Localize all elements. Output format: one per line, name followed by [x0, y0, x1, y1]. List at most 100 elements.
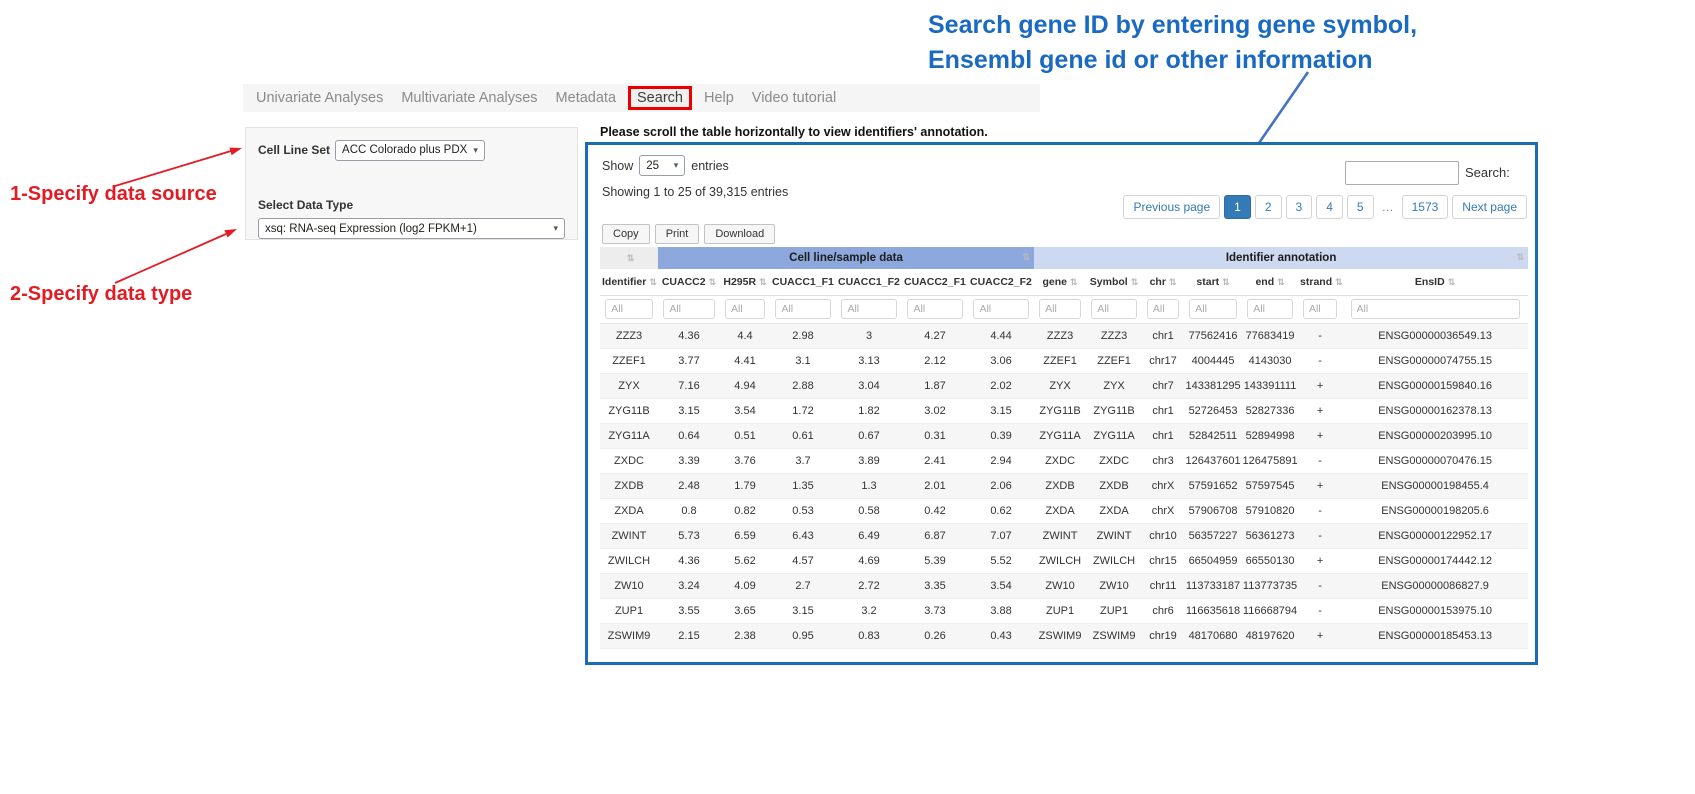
cell: 0.61 — [770, 423, 836, 448]
cell: ZXDC — [600, 448, 658, 473]
cell: 3.54 — [968, 573, 1034, 598]
filter-input-identifier[interactable] — [605, 299, 653, 319]
sort-icon: ⇅ — [649, 277, 657, 287]
column-header-cuacc2-f2[interactable]: CUACC2_F2⇅ — [968, 269, 1034, 295]
cell: ZZZ3 — [1034, 323, 1086, 348]
cell: ENSG00000070476.15 — [1342, 448, 1528, 473]
column-header-start[interactable]: start⇅ — [1184, 269, 1242, 295]
sort-icon: ⇅ — [1335, 277, 1342, 287]
column-header-symbol[interactable]: Symbol⇅ — [1086, 269, 1142, 295]
page-button-1[interactable]: 1 — [1224, 195, 1251, 219]
column-header-identifier[interactable]: Identifier⇅ — [600, 269, 658, 295]
column-header-end[interactable]: end⇅ — [1242, 269, 1298, 295]
sort-icon: ⇅ — [759, 277, 767, 287]
cell: 4.69 — [836, 548, 902, 573]
next-page-button[interactable]: Next page — [1452, 195, 1527, 219]
cell: ZXDB — [600, 473, 658, 498]
table-row[interactable]: ZW103.244.092.72.723.353.54ZW10ZW10chr11… — [600, 573, 1528, 598]
filter-input-gene[interactable] — [1039, 299, 1081, 319]
cell: ZXDA — [1086, 498, 1142, 523]
table-row[interactable]: ZZEF13.774.413.13.132.123.06ZZEF1ZZEF1ch… — [600, 348, 1528, 373]
pagination: Previous page12345…1573Next page — [1119, 195, 1527, 219]
nav-item-univariate-analyses[interactable]: Univariate Analyses — [247, 86, 392, 110]
cell: + — [1298, 473, 1342, 498]
table-row[interactable]: ZZZ34.364.42.9834.274.44ZZZ3ZZZ3chr17756… — [600, 323, 1528, 348]
table-row[interactable]: ZXDA0.80.820.530.580.420.62ZXDAZXDAchrX5… — [600, 498, 1528, 523]
cell: 4.36 — [658, 323, 720, 348]
filter-input-cuacc2[interactable] — [663, 299, 714, 319]
page-button-5[interactable]: 5 — [1347, 195, 1374, 219]
cell: ZZEF1 — [1034, 348, 1086, 373]
filter-input-cuacc1-f2[interactable] — [841, 299, 896, 319]
column-header-strand[interactable]: strand⇅ — [1298, 269, 1342, 295]
data-type-select[interactable]: xsq: RNA-seq Expression (log2 FPKM+1) ▾ — [258, 218, 565, 239]
nav-item-metadata[interactable]: Metadata — [547, 86, 625, 110]
cell: 0.43 — [968, 623, 1034, 648]
table-row[interactable]: ZWINT5.736.596.436.496.877.07ZWINTZWINTc… — [600, 523, 1528, 548]
page-button-4[interactable]: 4 — [1316, 195, 1343, 219]
column-header-cuacc2[interactable]: CUACC2⇅ — [658, 269, 720, 295]
cell: ZYG11B — [600, 398, 658, 423]
table-row[interactable]: ZUP13.553.653.153.23.733.88ZUP1ZUP1chr61… — [600, 598, 1528, 623]
cell: 48170680 — [1184, 623, 1242, 648]
cell: chr3 — [1142, 448, 1184, 473]
filter-input-strand[interactable] — [1303, 299, 1337, 319]
search-input[interactable] — [1345, 161, 1459, 185]
column-label: gene — [1043, 276, 1068, 288]
cell: 0.26 — [902, 623, 968, 648]
nav-item-video-tutorial[interactable]: Video tutorial — [743, 86, 845, 110]
group-header-cell-line-sample-data[interactable]: Cell line/sample data⇅ — [658, 247, 1034, 269]
filter-cell — [1184, 295, 1242, 323]
page-length-select[interactable]: 25 ▾ — [639, 155, 685, 176]
filter-input-cuacc2-f1[interactable] — [907, 299, 962, 319]
column-header-chr[interactable]: chr⇅ — [1142, 269, 1184, 295]
filter-input-cuacc2-f2[interactable] — [973, 299, 1028, 319]
cell: - — [1298, 323, 1342, 348]
table-row[interactable]: ZYG11B3.153.541.721.823.023.15ZYG11BZYG1… — [600, 398, 1528, 423]
cell: 0.39 — [968, 423, 1034, 448]
column-header-ensid[interactable]: EnsID⇅ — [1342, 269, 1528, 295]
cell: 3.77 — [658, 348, 720, 373]
filter-input-ensid[interactable] — [1351, 299, 1520, 319]
filter-input-chr[interactable] — [1147, 299, 1179, 319]
page-button-2[interactable]: 2 — [1255, 195, 1282, 219]
page-button-1573[interactable]: 1573 — [1402, 195, 1449, 219]
chevron-down-icon: ▾ — [674, 160, 679, 171]
column-header-cuacc1-f1[interactable]: CUACC1_F1⇅ — [770, 269, 836, 295]
group-header-blank[interactable]: ⇅ — [600, 247, 658, 269]
filter-input-cuacc1-f1[interactable] — [775, 299, 830, 319]
filter-input-end[interactable] — [1247, 299, 1293, 319]
table-row[interactable]: ZXDC3.393.763.73.892.412.94ZXDCZXDCchr31… — [600, 448, 1528, 473]
cell: 113773735 — [1242, 573, 1298, 598]
filter-input-h295r[interactable] — [725, 299, 765, 319]
table-row[interactable]: ZYX7.164.942.883.041.872.02ZYXZYXchr7143… — [600, 373, 1528, 398]
previous-page-button[interactable]: Previous page — [1123, 195, 1220, 219]
group-header-identifier-annotation[interactable]: Identifier annotation⇅ — [1034, 247, 1528, 269]
cell: 2.41 — [902, 448, 968, 473]
cell: ENSG00000159840.16 — [1342, 373, 1528, 398]
nav-item-multivariate-analyses[interactable]: Multivariate Analyses — [392, 86, 546, 110]
column-header-cuacc2-f1[interactable]: CUACC2_F1⇅ — [902, 269, 968, 295]
page-button-3[interactable]: 3 — [1286, 195, 1313, 219]
download-button[interactable]: Download — [704, 224, 775, 244]
print-button[interactable]: Print — [655, 224, 700, 244]
nav-item-search[interactable]: Search — [628, 86, 692, 110]
table-row[interactable]: ZSWIM92.152.380.950.830.260.43ZSWIM9ZSWI… — [600, 623, 1528, 648]
cell: ZSWIM9 — [1086, 623, 1142, 648]
cell: 5.73 — [658, 523, 720, 548]
column-header-gene[interactable]: gene⇅ — [1034, 269, 1086, 295]
cell: 3.65 — [720, 598, 770, 623]
column-header-h295r[interactable]: H295R⇅ — [720, 269, 770, 295]
sort-icon: ⇅ — [1131, 277, 1139, 287]
column-header-cuacc1-f2[interactable]: CUACC1_F2⇅ — [836, 269, 902, 295]
table-row[interactable]: ZYG11A0.640.510.610.670.310.39ZYG11AZYG1… — [600, 423, 1528, 448]
filter-input-start[interactable] — [1189, 299, 1237, 319]
cell: 66550130 — [1242, 548, 1298, 573]
table-row[interactable]: ZXDB2.481.791.351.32.012.06ZXDBZXDBchrX5… — [600, 473, 1528, 498]
cell-line-set-select[interactable]: ACC Colorado plus PDX ▾ — [335, 140, 485, 161]
column-label: CUACC1_F1 — [772, 276, 834, 288]
copy-button[interactable]: Copy — [602, 224, 650, 244]
table-row[interactable]: ZWILCH4.365.624.574.695.395.52ZWILCHZWIL… — [600, 548, 1528, 573]
filter-input-symbol[interactable] — [1091, 299, 1137, 319]
nav-item-help[interactable]: Help — [695, 86, 743, 110]
